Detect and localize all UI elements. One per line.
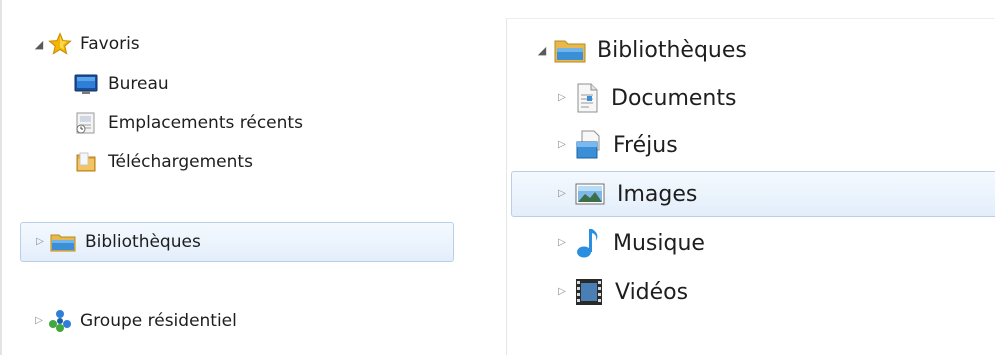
videos-icon <box>575 278 603 306</box>
tree-item-label: Bureau <box>108 74 169 94</box>
tree-item-label: Images <box>617 181 698 207</box>
collapse-arrow-icon[interactable]: ▷ <box>555 238 569 248</box>
tree-item-label: Fréjus <box>613 132 678 158</box>
tree-item-label: Groupe résidentiel <box>80 311 237 331</box>
tree-item-desktop[interactable]: Bureau <box>74 70 169 98</box>
star-icon <box>48 32 72 56</box>
tree-item-label: Documents <box>611 85 737 111</box>
collapse-arrow-icon[interactable]: ▷ <box>555 287 569 297</box>
tree-item-libraries-expanded[interactable]: ◢ Bibliothèques <box>535 32 747 68</box>
tree-item-favorites[interactable]: ◢ Favoris <box>32 30 140 58</box>
expand-arrow-icon[interactable]: ◢ <box>32 39 46 50</box>
tree-item-videos[interactable]: ▷ Vidéos <box>555 273 688 311</box>
downloads-folder-icon <box>74 150 98 174</box>
tree-item-label: Vidéos <box>615 279 689 305</box>
tree-item-label: Musique <box>613 230 705 256</box>
tree-item-frejus[interactable]: ▷ Fréjus <box>555 126 678 164</box>
tree-item-label: Bibliothèques <box>85 232 201 252</box>
tree-item-music[interactable]: ▷ Musique <box>555 224 705 262</box>
right-navigation-pane: ◢ Bibliothèques ▷ Documents ▷ Fréjus ▷ I… <box>506 18 995 355</box>
images-icon <box>575 182 605 206</box>
music-icon <box>575 227 601 259</box>
collapse-arrow-icon[interactable]: ▷ <box>555 189 569 199</box>
tree-item-images[interactable]: ▷ Images <box>511 171 995 217</box>
library-folder-icon <box>49 230 77 254</box>
tree-item-label: Emplacements récents <box>108 113 303 133</box>
tree-item-homegroup[interactable]: ▷ Groupe résidentiel <box>32 306 237 336</box>
library-folder-icon <box>553 35 587 65</box>
tree-item-label: Favoris <box>80 34 140 54</box>
tree-item-documents[interactable]: ▷ Documents <box>555 79 736 117</box>
tree-item-libraries[interactable]: ▷ Bibliothèques <box>20 222 454 262</box>
tree-item-downloads[interactable]: Téléchargements <box>74 148 253 176</box>
desktop-icon <box>74 73 98 95</box>
collapse-arrow-icon[interactable]: ▷ <box>555 140 569 150</box>
collapse-arrow-icon[interactable]: ▷ <box>32 316 46 326</box>
tree-item-label: Téléchargements <box>108 152 253 172</box>
homegroup-icon <box>48 309 72 333</box>
tree-item-recent-places[interactable]: Emplacements récents <box>74 109 303 137</box>
tree-item-label: Bibliothèques <box>597 37 747 63</box>
recent-places-icon <box>74 111 98 135</box>
collapse-arrow-icon[interactable]: ▷ <box>33 237 47 247</box>
expand-arrow-icon[interactable]: ◢ <box>535 45 549 56</box>
library-icon <box>575 130 601 160</box>
collapse-arrow-icon[interactable]: ▷ <box>555 93 569 103</box>
left-navigation-pane: ◢ Favoris Bureau Emplacements récents Té… <box>0 0 462 355</box>
documents-icon <box>575 83 599 113</box>
